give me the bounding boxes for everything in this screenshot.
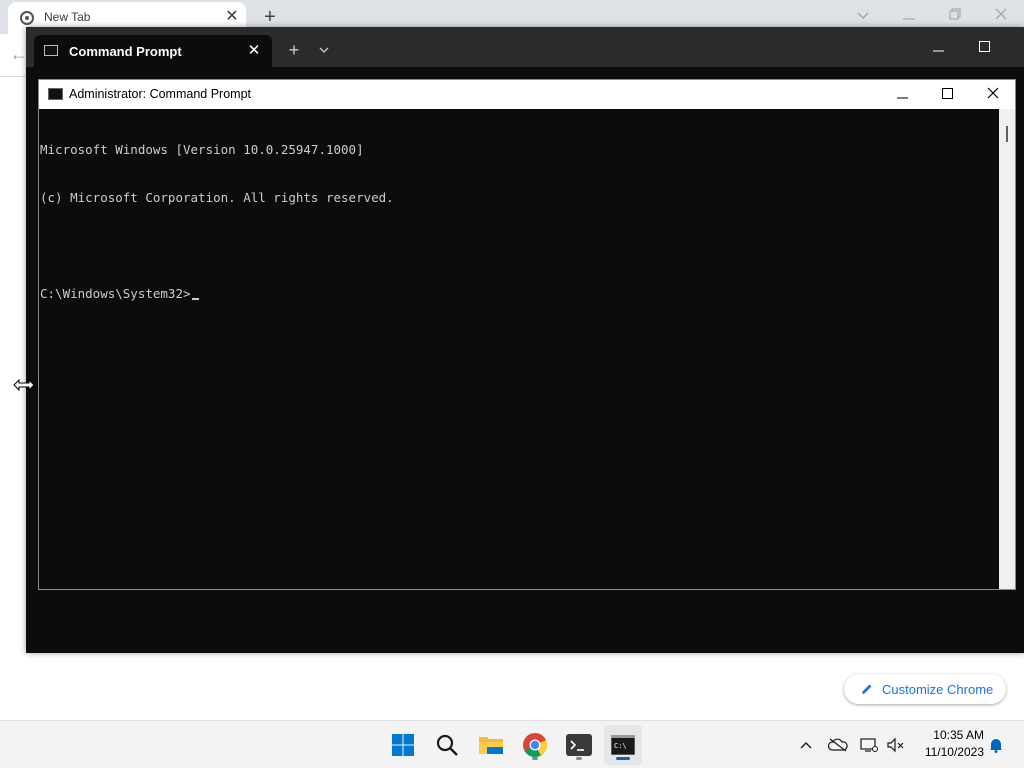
cmd-minimize-icon[interactable]: [887, 84, 917, 106]
chrome-close-icon[interactable]: [986, 4, 1016, 26]
terminal-tab-bar: Command Prompt ✕ +: [26, 27, 1024, 67]
console-output[interactable]: Microsoft Windows [Version 10.0.25947.10…: [39, 109, 999, 589]
search-icon[interactable]: [431, 729, 463, 761]
taskbar: C:\ 10:35 AM 11/10/2023: [0, 720, 1024, 768]
customize-chrome-button[interactable]: Customize Chrome: [844, 674, 1006, 704]
terminal-tab-title: Command Prompt: [69, 44, 182, 59]
cmd-title-bar[interactable]: Administrator: Command Prompt: [39, 80, 1015, 109]
volume-muted-icon[interactable]: [885, 735, 905, 755]
terminal-minimize-icon[interactable]: [923, 37, 953, 57]
console-prompt-line: C:\Windows\System32>: [40, 286, 999, 302]
running-indicator: [532, 757, 538, 760]
console-line: (c) Microsoft Corporation. All rights re…: [40, 190, 394, 205]
notification-bell-icon[interactable]: [986, 735, 1006, 755]
chrome-tab-close-icon[interactable]: ✕: [222, 7, 242, 27]
terminal-icon[interactable]: [563, 729, 595, 761]
cmd-close-icon[interactable]: [978, 84, 1008, 106]
clock-date: 11/10/2023: [924, 745, 984, 759]
horizontal-resize-cursor-icon: [13, 378, 35, 392]
start-icon[interactable]: [387, 729, 419, 761]
terminal-dropdown-chevron-icon[interactable]: [314, 40, 334, 60]
cmd-window-title: Administrator: Command Prompt: [69, 87, 252, 101]
admin-command-prompt-window: Administrator: Command Prompt Microsoft …: [38, 79, 1016, 590]
running-indicator: [576, 757, 582, 760]
chrome-restore-icon[interactable]: [940, 4, 970, 26]
chrome-tab-search-icon[interactable]: [848, 4, 878, 26]
terminal-tab-close-icon[interactable]: ✕: [244, 41, 264, 61]
onedrive-icon[interactable]: [828, 735, 848, 755]
cmd-scrollbar-thumb[interactable]: [1006, 126, 1008, 142]
pencil-icon: [862, 684, 872, 694]
chrome-new-tab-button[interactable]: +: [258, 5, 282, 29]
console-prompt: C:\Windows\System32>: [40, 286, 191, 301]
chrome-tab-title: New Tab: [44, 10, 91, 24]
clock[interactable]: 10:35 AM 11/10/2023: [912, 727, 984, 761]
cmd-window-icon: [48, 88, 63, 100]
terminal-tab-command-prompt[interactable]: Command Prompt ✕: [34, 35, 272, 67]
svg-text:C:\: C:\: [614, 742, 627, 750]
chrome-icon[interactable]: [519, 729, 551, 761]
text-cursor: [191, 298, 199, 300]
clock-time: 10:35 AM: [933, 728, 984, 742]
terminal-new-tab-button[interactable]: +: [284, 40, 304, 60]
file-explorer-icon[interactable]: [475, 729, 507, 761]
customize-chrome-label: Customize Chrome: [882, 681, 994, 697]
command-prompt-tab-icon: [44, 45, 58, 56]
active-indicator: [616, 757, 630, 760]
terminal-maximize-icon[interactable]: [969, 37, 999, 57]
network-icon[interactable]: [859, 735, 879, 755]
show-hidden-icons-icon[interactable]: [796, 735, 816, 755]
chrome-minimize-icon[interactable]: [894, 4, 924, 26]
console-line: Microsoft Windows [Version 10.0.25947.10…: [40, 142, 364, 157]
cmd-scrollbar[interactable]: [999, 109, 1015, 589]
chrome-favicon-icon: [20, 11, 34, 25]
cmd-maximize-icon[interactable]: [932, 84, 962, 106]
command-prompt-icon[interactable]: C:\: [607, 729, 639, 761]
